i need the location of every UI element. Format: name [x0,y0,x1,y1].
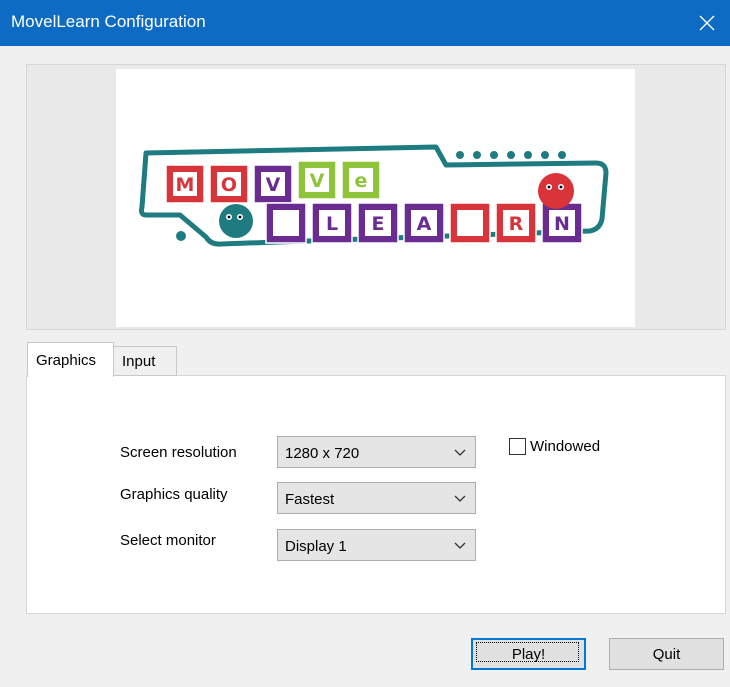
logo-letter-l: L [326,213,338,235]
play-button[interactable]: Play! [471,638,586,670]
chevron-down-icon [454,449,466,456]
close-icon [699,15,715,31]
red-creature-icon [538,173,574,209]
teal-creature-icon [219,204,253,238]
logo-letter-m: M [176,174,195,196]
tab-input-label: Input [122,352,156,370]
window-title: MovelLearn Configuration [11,12,206,31]
close-button[interactable] [684,0,730,46]
quit-button[interactable]: Quit [609,638,724,670]
graphics-quality-label: Graphics quality [120,486,228,503]
play-button-label: Play! [511,645,546,663]
tab-graphics-label: Graphics [36,351,97,369]
windowed-label: Windowed [530,438,601,455]
chevron-down-icon [454,495,466,502]
chevron-down-icon [454,542,466,549]
tab-input[interactable]: Input [113,346,177,376]
graphics-quality-select[interactable]: Fastest [277,482,476,514]
logo-letter-a: A [417,213,432,235]
logo-letter-r: R [509,213,524,235]
movelearn-logo: M O V V e L E A R N [116,69,635,327]
screen-resolution-select[interactable]: 1280 x 720 [277,436,476,468]
quit-button-label: Quit [652,645,681,663]
title-bar: MovelLearn Configuration [0,0,730,46]
logo-letter-e: e [355,170,368,192]
tab-graphics[interactable]: Graphics [27,342,114,377]
logo-letter-e2: E [372,213,385,235]
select-monitor-select[interactable]: Display 1 [277,529,476,561]
select-monitor-value: Display 1 [285,538,347,555]
select-monitor-label: Select monitor [120,532,216,549]
logo-letter-v: V [266,174,281,196]
logo-letter-n: N [554,213,570,235]
logo-letter-v2: V [310,170,325,192]
windowed-checkbox[interactable] [509,438,526,455]
logo-letter-o: O [221,174,237,196]
screen-resolution-value: 1280 x 720 [285,445,360,462]
graphics-quality-value: Fastest [285,491,335,508]
screen-resolution-label: Screen resolution [120,444,237,461]
